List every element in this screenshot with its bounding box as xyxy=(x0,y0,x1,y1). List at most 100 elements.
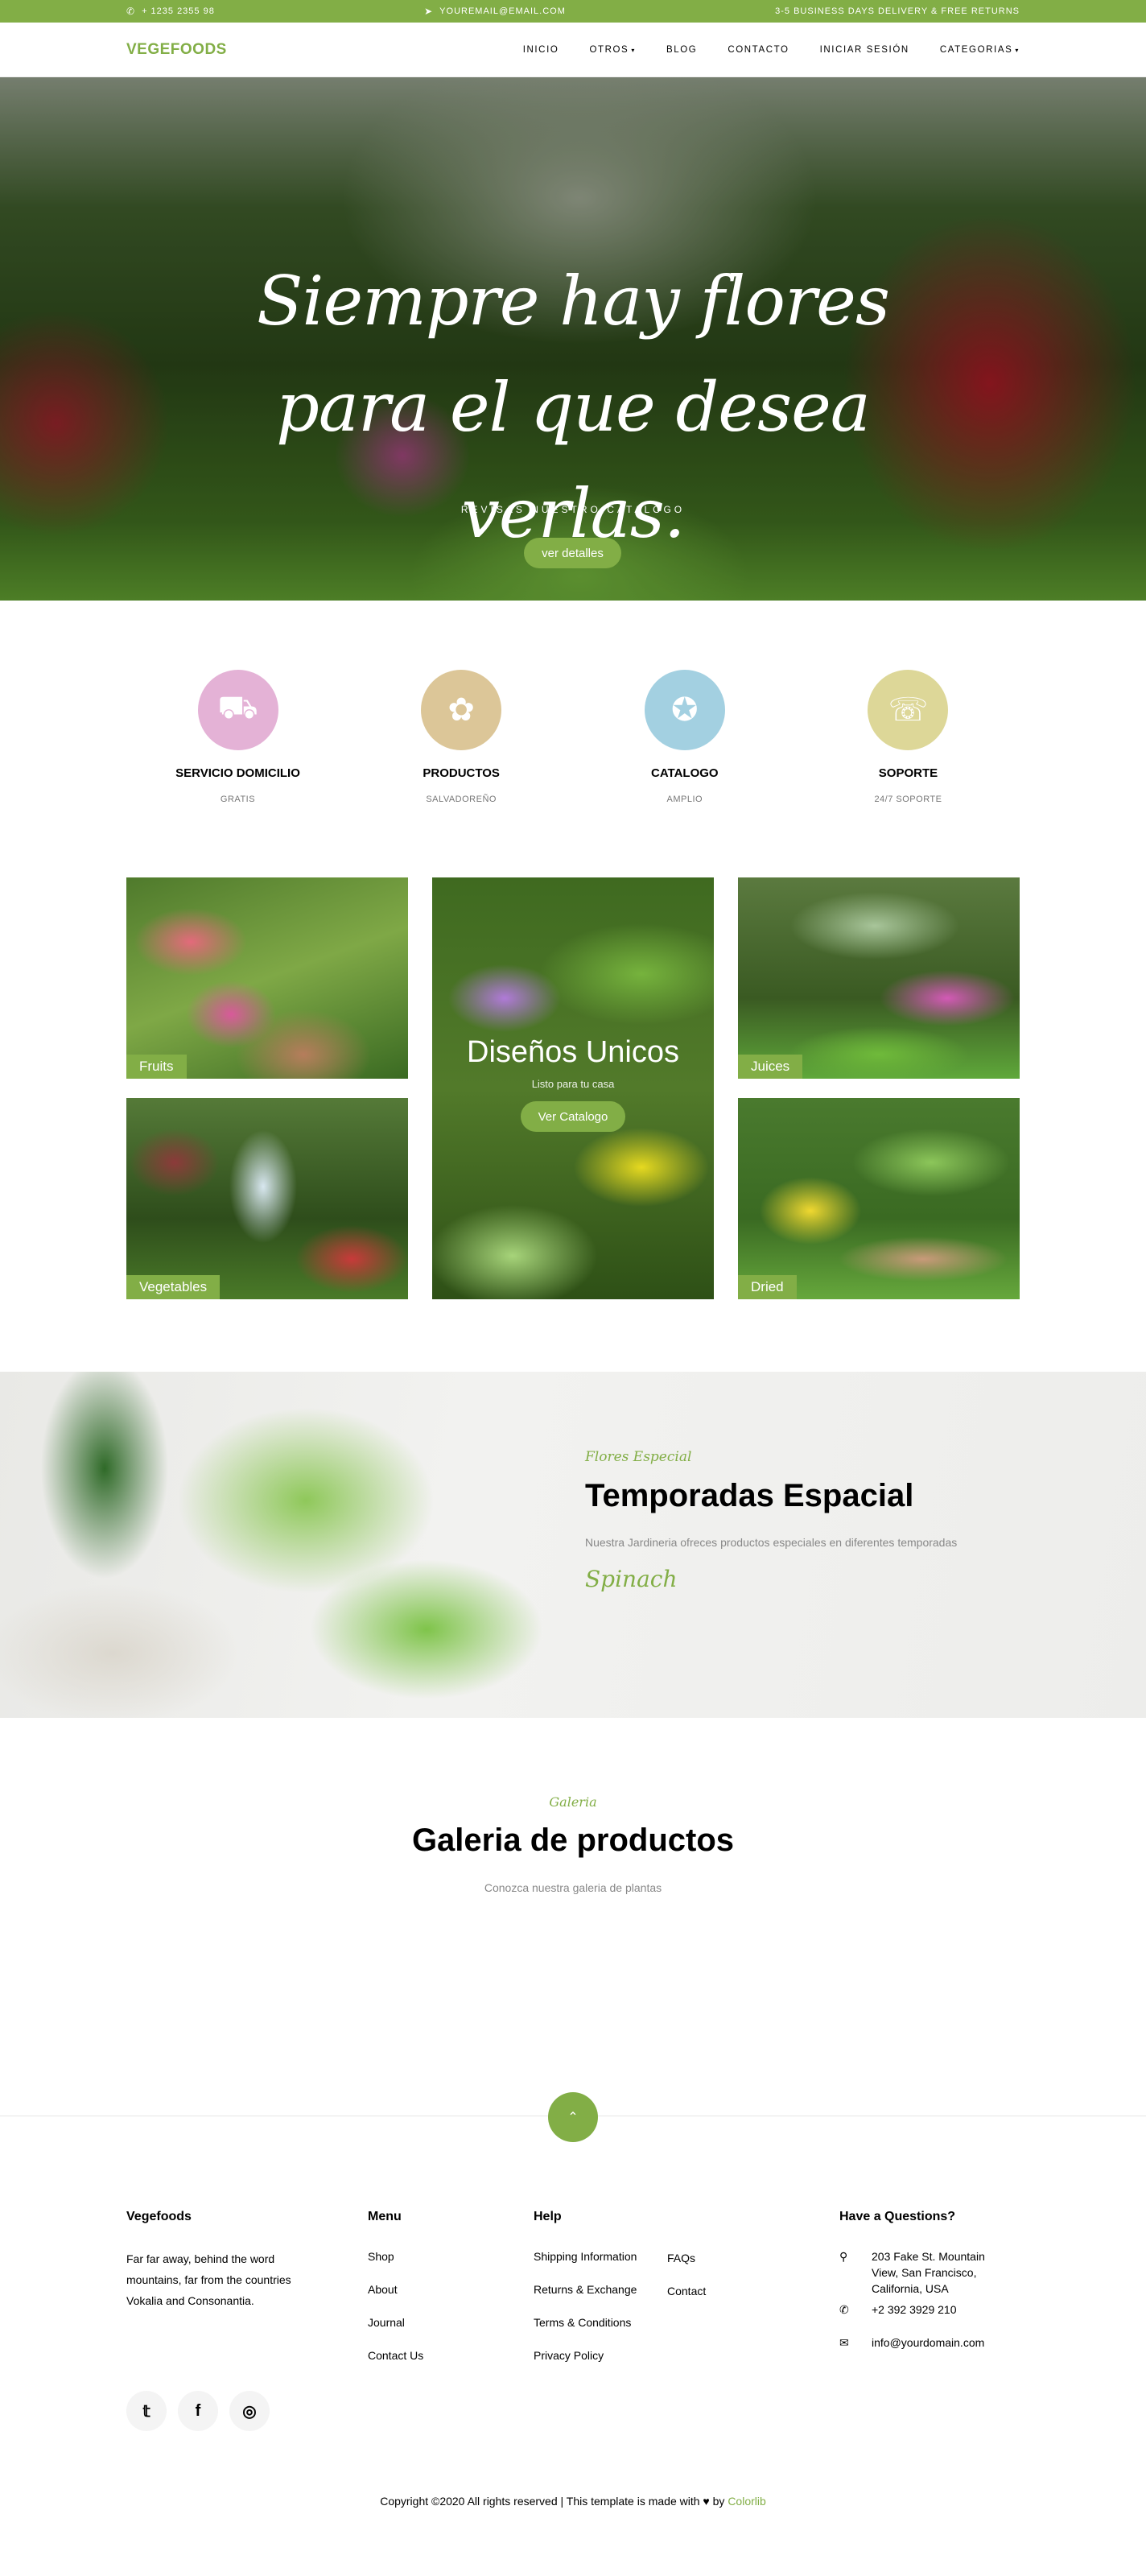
footer-menu: Menu Shop About Journal Contact Us xyxy=(368,2210,423,2380)
facebook-icon[interactable]: f xyxy=(178,2391,218,2431)
footer-link-terms[interactable]: Terms & Conditions xyxy=(534,2314,637,2330)
phone-text: + 1235 2355 98 xyxy=(142,6,215,16)
category-label[interactable]: Dried xyxy=(738,1275,797,1299)
footer-link-privacy[interactable]: Privacy Policy xyxy=(534,2347,637,2363)
top-bar: ✆ + 1235 2355 98 ➤ YOUREMAIL@EMAIL.COM 3… xyxy=(0,0,1146,23)
footer-link-about[interactable]: About xyxy=(368,2281,423,2297)
topbar-promo: 3-5 BUSINESS DAYS DELIVERY & FREE RETURN… xyxy=(775,6,1020,16)
navbar: VEGEFOODS INICIO OTROS ▾ BLOG CONTACTO IN… xyxy=(0,23,1146,77)
service-desc: AMPLIO xyxy=(666,795,703,804)
feature-tagline: Listo para tu casa xyxy=(531,1078,615,1090)
footer-about-title: Vegefoods xyxy=(126,2210,192,2223)
hero-subtitle: REVISAS NUESTRO CATALOGO xyxy=(460,504,686,515)
gallery-text: Conozca nuestra galeria de plantas xyxy=(484,1881,662,1894)
category-tile-vegetables[interactable]: Vegetables xyxy=(126,1098,408,1299)
caret-down-icon: ▾ xyxy=(631,46,636,54)
footer-link-contact[interactable]: Contact xyxy=(667,2283,706,2299)
category-grid: Fruits Diseños Unicos Listo para tu casa… xyxy=(0,877,1146,1372)
service-title: SOPORTE xyxy=(878,766,938,780)
social-links: 𝕥 f ◎ xyxy=(126,2391,270,2431)
hero-banner: Siempre hay flores para el que desea ver… xyxy=(0,77,1146,601)
topbar-phone: ✆ + 1235 2355 98 xyxy=(126,6,215,17)
instagram-icon[interactable]: ◎ xyxy=(229,2391,270,2431)
support-icon: ☏ xyxy=(868,670,949,750)
footer-link-shop[interactable]: Shop xyxy=(368,2248,423,2264)
award-icon: ✪ xyxy=(644,670,725,750)
copyright: Copyright ©2020 All rights reserved | Th… xyxy=(0,2495,1146,2508)
nav-item-label: INICIO xyxy=(522,45,559,55)
special-title: Temporadas Espacial xyxy=(585,1478,914,1513)
scroll-top-button[interactable]: ⌃ xyxy=(548,2092,598,2142)
nav-item-label: CONTACTO xyxy=(728,45,789,55)
caret-down-icon: ▾ xyxy=(1015,46,1020,54)
footer-link-returns[interactable]: Returns & Exchange xyxy=(534,2281,637,2297)
nav-item-blog[interactable]: BLOG xyxy=(666,45,697,55)
service-home-delivery: ⛟ SERVICIO DOMICILIO GRATIS xyxy=(126,670,349,804)
nav-item-label: CATEGORIAS xyxy=(939,45,1013,55)
service-products: ✿ PRODUCTOS SALVADOREÑO xyxy=(350,670,573,804)
footer-menu-title: Menu xyxy=(368,2210,402,2223)
phone-icon: ✆ xyxy=(126,6,136,17)
nav-item-label: BLOG xyxy=(666,45,698,55)
contact-phone[interactable]: +2 392 3929 210 xyxy=(872,2301,957,2318)
footer-about-text: Far far away, behind the word mountains,… xyxy=(126,2252,291,2307)
brand-logo[interactable]: VEGEFOODS xyxy=(126,41,227,59)
service-desc: SALVADOREÑO xyxy=(426,795,497,804)
footer-link-journal[interactable]: Journal xyxy=(368,2314,423,2330)
service-title: CATALOGO xyxy=(651,766,719,780)
category-tile-juices[interactable]: Juices xyxy=(738,877,1020,1079)
footer-help: Help Shipping Information Returns & Exch… xyxy=(534,2210,637,2380)
category-label[interactable]: Fruits xyxy=(126,1055,187,1079)
feature-title: Diseños Unicos xyxy=(467,1035,679,1069)
nav-item-categorias[interactable]: CATEGORIAS ▾ xyxy=(940,45,1020,55)
service-catalog: ✪ CATALOGO AMPLIO xyxy=(573,670,796,804)
heart-icon: ♥ xyxy=(703,2495,710,2508)
vegetables-photo xyxy=(0,1372,563,1718)
footer-link-faqs[interactable]: FAQs xyxy=(667,2250,706,2266)
phone-icon: ✆ xyxy=(839,2303,849,2316)
footer: ⌃ Vegefoods Far far away, behind the wor… xyxy=(0,2092,1146,2576)
colorlib-link[interactable]: Colorlib xyxy=(728,2495,765,2508)
flower-pot-icon: ✿ xyxy=(421,670,502,750)
copyright-text: Copyright ©2020 All rights reserved | Th… xyxy=(380,2495,700,2508)
footer-help-secondary: FAQs Contact xyxy=(667,2250,706,2316)
map-marker-icon: ⚲ xyxy=(839,2250,848,2263)
topbar-email[interactable]: ➤ YOUREMAIL@EMAIL.COM xyxy=(424,6,566,17)
paper-plane-icon: ➤ xyxy=(424,6,434,17)
service-desc: GRATIS xyxy=(220,795,256,804)
chevron-up-icon: ⌃ xyxy=(567,2111,579,2124)
category-label[interactable]: Vegetables xyxy=(126,1275,221,1299)
copyright-by: by xyxy=(712,2495,725,2508)
nav-item-contacto[interactable]: CONTACTO xyxy=(728,45,789,55)
nav-item-inicio[interactable]: INICIO xyxy=(523,45,559,55)
special-text: Nuestra Jardineria ofreces productos esp… xyxy=(585,1536,958,1549)
category-label[interactable]: Juices xyxy=(738,1055,803,1079)
gallery-kicker: Galeria xyxy=(549,1794,597,1810)
hero-title: Siempre hay flores para el que desea ver… xyxy=(257,262,890,553)
footer-link-contact-us[interactable]: Contact Us xyxy=(368,2347,423,2363)
contact-address: 203 Fake St. Mountain View, San Francisc… xyxy=(872,2250,985,2295)
category-tile-dried[interactable]: Dried xyxy=(738,1098,1020,1299)
view-catalog-button[interactable]: Ver Catalogo xyxy=(521,1101,625,1132)
email-text: YOUREMAIL@EMAIL.COM xyxy=(439,6,566,16)
service-title: SERVICIO DOMICILIO xyxy=(175,766,300,780)
truck-icon: ⛟ xyxy=(197,670,278,750)
footer-help-title: Help xyxy=(534,2210,562,2223)
gallery-title: Galeria de productos xyxy=(411,1823,735,1858)
footer-link-shipping[interactable]: Shipping Information xyxy=(534,2248,637,2264)
hero-details-button[interactable]: ver detalles xyxy=(524,538,621,568)
nav-item-otros[interactable]: OTROS ▾ xyxy=(589,45,636,55)
twitter-icon[interactable]: 𝕥 xyxy=(126,2391,167,2431)
nav-item-iniciar-sesion[interactable]: INICIAR SESIÓN xyxy=(820,45,909,55)
special-season-section: Flores Especial Temporadas Espacial Nues… xyxy=(0,1372,1146,1718)
envelope-icon: ✉ xyxy=(839,2336,849,2349)
category-tile-fruits[interactable]: Fruits xyxy=(126,877,408,1079)
gallery-section: Galeria Galeria de productos Conozca nue… xyxy=(0,1718,1146,2116)
contact-email[interactable]: info@yourdomain.com xyxy=(872,2334,984,2351)
special-product-name: Spinach xyxy=(585,1566,678,1592)
special-kicker: Flores Especial xyxy=(585,1449,692,1465)
promo-text: 3-5 BUSINESS DAYS DELIVERY & FREE RETURN… xyxy=(775,6,1020,16)
footer-about: Vegefoods Far far away, behind the word … xyxy=(126,2210,295,2311)
service-title: PRODUCTOS xyxy=(423,766,500,780)
services-section: ⛟ SERVICIO DOMICILIO GRATIS ✿ PRODUCTOS … xyxy=(0,601,1146,877)
